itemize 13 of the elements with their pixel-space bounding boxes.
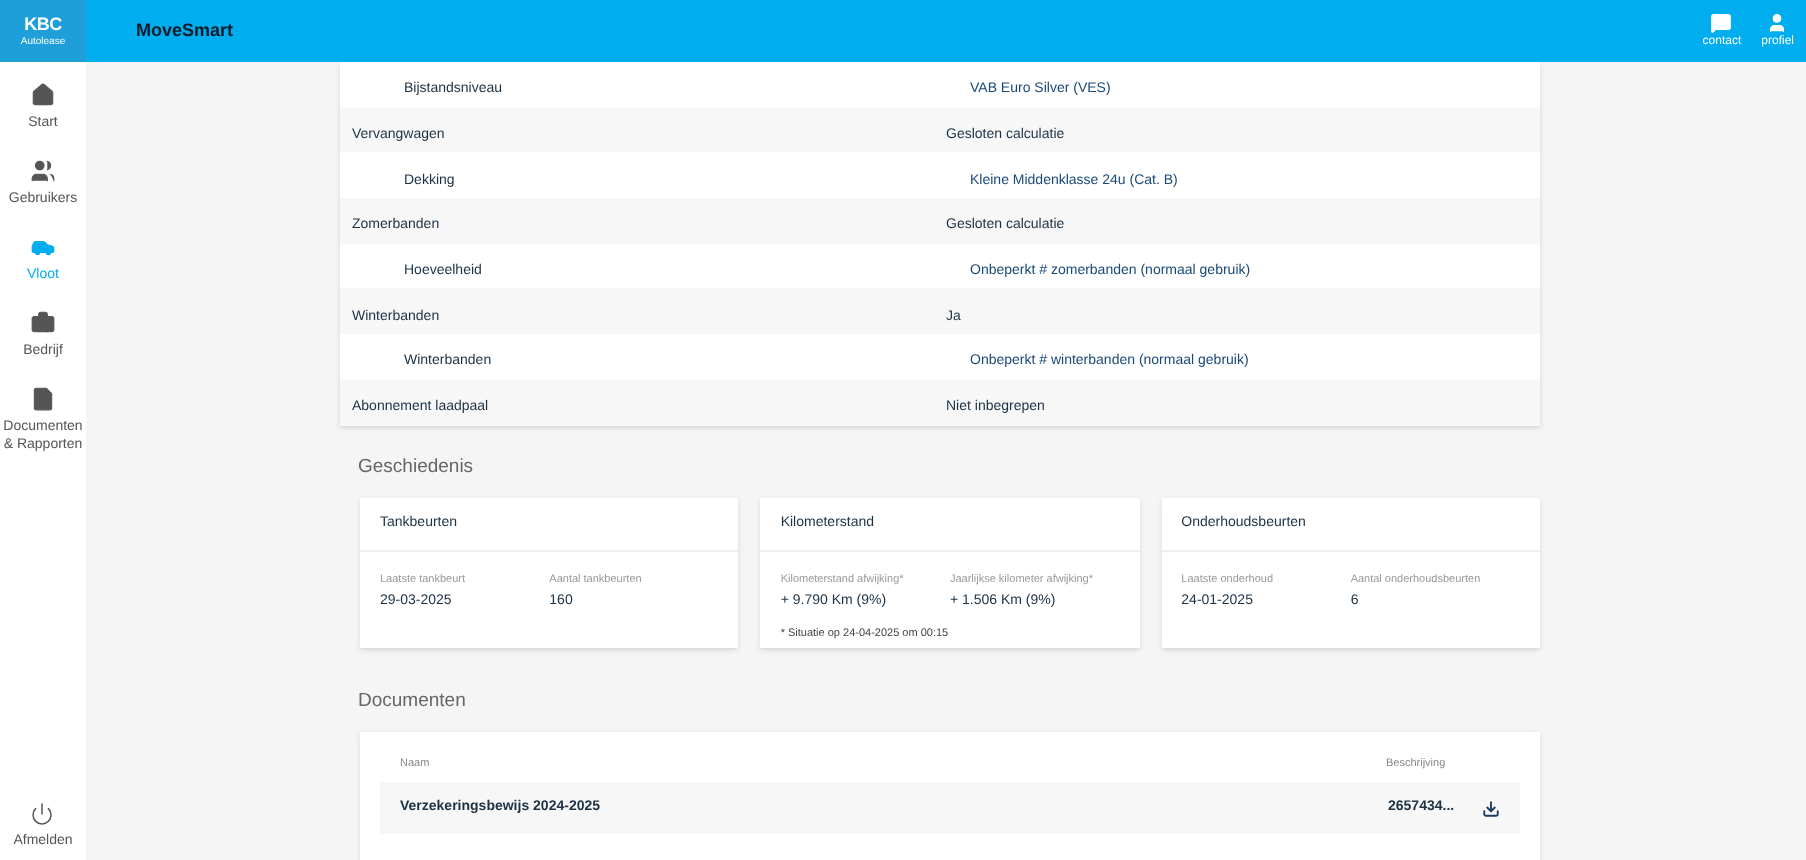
document-icon	[30, 386, 56, 412]
download-button[interactable]	[1482, 799, 1500, 818]
user-icon	[1766, 11, 1789, 33]
chat-icon	[1710, 11, 1733, 33]
logo-wordmark: KBC	[24, 15, 62, 33]
download-icon	[1482, 799, 1500, 818]
app-title: MoveSmart	[136, 17, 234, 44]
home-icon	[30, 82, 56, 108]
section-title: Geschiedenis	[358, 453, 476, 481]
section-title: Documenten	[358, 687, 468, 716]
briefcase-icon	[30, 310, 56, 336]
power-icon	[30, 801, 55, 825]
users-icon	[30, 158, 56, 184]
